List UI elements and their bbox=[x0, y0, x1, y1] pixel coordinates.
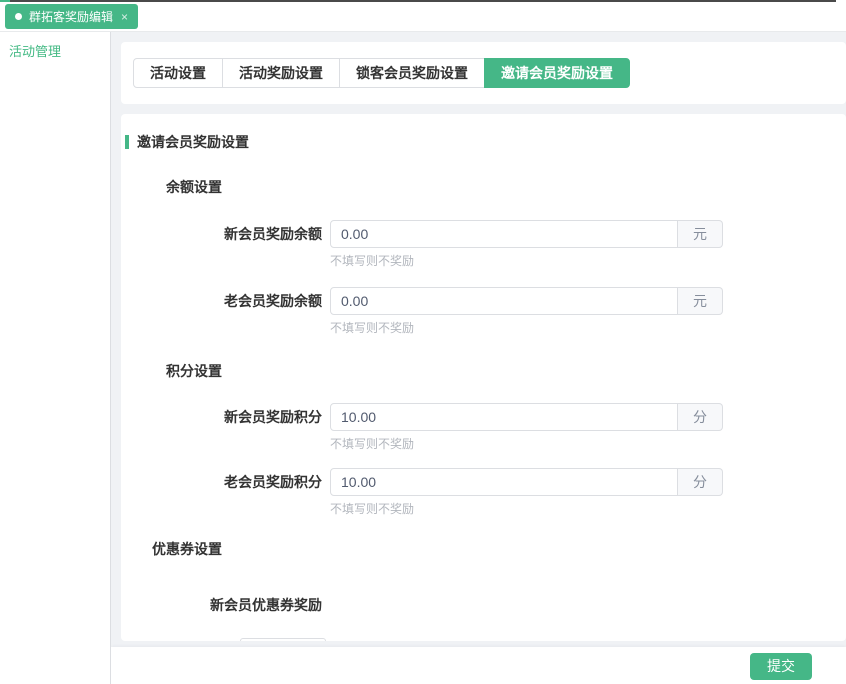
submit-button[interactable]: 提交 bbox=[750, 653, 812, 680]
old-member-balance-input[interactable] bbox=[330, 287, 678, 315]
field-wrap: 分 不填写则不奖励 bbox=[330, 468, 723, 516]
section-title: 邀请会员奖励设置 bbox=[125, 132, 846, 152]
group-title-balance: 余额设置 bbox=[125, 177, 222, 197]
new-member-points-input-group: 分 bbox=[330, 403, 723, 431]
settings-tab-group: 活动设置 活动奖励设置 锁客会员奖励设置 邀请会员奖励设置 bbox=[133, 58, 630, 88]
old-member-points-input-group: 分 bbox=[330, 468, 723, 496]
open-tags-bar: 群拓客奖励编辑 × bbox=[0, 2, 846, 32]
field-wrap: 元 不填写则不奖励 bbox=[330, 220, 723, 268]
field-hint: 不填写则不奖励 bbox=[330, 321, 723, 335]
active-dot-icon bbox=[15, 13, 22, 20]
sidebar: 活动管理 bbox=[0, 32, 111, 684]
old-member-points-input[interactable] bbox=[330, 468, 678, 496]
unit-suffix-fen: 分 bbox=[678, 468, 723, 496]
invite-reward-form-card: 邀请会员奖励设置 余额设置 新会员奖励余额 元 不填写则不奖励 老会员奖励余额 bbox=[121, 114, 846, 641]
form-row: 新会员奖励余额 元 不填写则不奖励 bbox=[125, 220, 846, 268]
sidebar-item-activity-management[interactable]: 活动管理 bbox=[9, 41, 110, 60]
close-icon[interactable]: × bbox=[121, 10, 128, 24]
field-label-new-member-coupon: 新会员优惠券奖励 bbox=[125, 595, 322, 615]
group-title-coupon: 优惠券设置 bbox=[125, 539, 222, 559]
tab-activity-reward-settings[interactable]: 活动奖励设置 bbox=[222, 58, 340, 88]
content-area: 活动设置 活动奖励设置 锁客会员奖励设置 邀请会员奖励设置 邀请会员奖励设置 余… bbox=[111, 32, 846, 684]
field-label-new-member-balance: 新会员奖励余额 bbox=[125, 220, 322, 268]
form-row: 新会员奖励积分 分 不填写则不奖励 bbox=[125, 403, 846, 451]
unit-suffix-yuan: 元 bbox=[678, 220, 723, 248]
main-layout: 活动管理 活动设置 活动奖励设置 锁客会员奖励设置 邀请会员奖励设置 邀请会员奖… bbox=[0, 32, 846, 684]
field-wrap: 分 不填写则不奖励 bbox=[330, 403, 723, 451]
tab-invite-member-reward-settings[interactable]: 邀请会员奖励设置 bbox=[484, 58, 630, 88]
new-member-balance-input[interactable] bbox=[330, 220, 678, 248]
field-hint: 不填写则不奖励 bbox=[330, 254, 723, 268]
tab-activity-settings[interactable]: 活动设置 bbox=[133, 58, 223, 88]
group-title-points: 积分设置 bbox=[125, 361, 222, 381]
field-hint: 不填写则不奖励 bbox=[330, 502, 723, 516]
new-member-points-input[interactable] bbox=[330, 403, 678, 431]
tab-lock-member-reward-settings[interactable]: 锁客会员奖励设置 bbox=[339, 58, 485, 88]
form-row: 老会员奖励积分 分 不填写则不奖励 bbox=[125, 468, 846, 516]
page-tag-active[interactable]: 群拓客奖励编辑 × bbox=[5, 4, 138, 29]
form-row: 老会员奖励余额 元 不填写则不奖励 bbox=[125, 287, 846, 335]
select-coupon-button[interactable]: 选择优惠券 bbox=[240, 638, 326, 641]
section-marker-bar bbox=[125, 135, 129, 149]
field-label-old-member-balance: 老会员奖励余额 bbox=[125, 287, 322, 335]
page-tag-label: 群拓客奖励编辑 bbox=[29, 8, 113, 25]
field-label-new-member-points: 新会员奖励积分 bbox=[125, 403, 322, 451]
unit-suffix-yuan: 元 bbox=[678, 287, 723, 315]
field-hint: 不填写则不奖励 bbox=[330, 437, 723, 451]
old-member-balance-input-group: 元 bbox=[330, 287, 723, 315]
section-title-text: 邀请会员奖励设置 bbox=[137, 132, 249, 152]
tabs-card: 活动设置 活动奖励设置 锁客会员奖励设置 邀请会员奖励设置 bbox=[121, 42, 846, 104]
unit-suffix-fen: 分 bbox=[678, 403, 723, 431]
field-wrap: 元 不填写则不奖励 bbox=[330, 287, 723, 335]
form-footer-bar: 提交 bbox=[111, 647, 846, 684]
field-label-old-member-points: 老会员奖励积分 bbox=[125, 468, 322, 516]
new-member-balance-input-group: 元 bbox=[330, 220, 723, 248]
